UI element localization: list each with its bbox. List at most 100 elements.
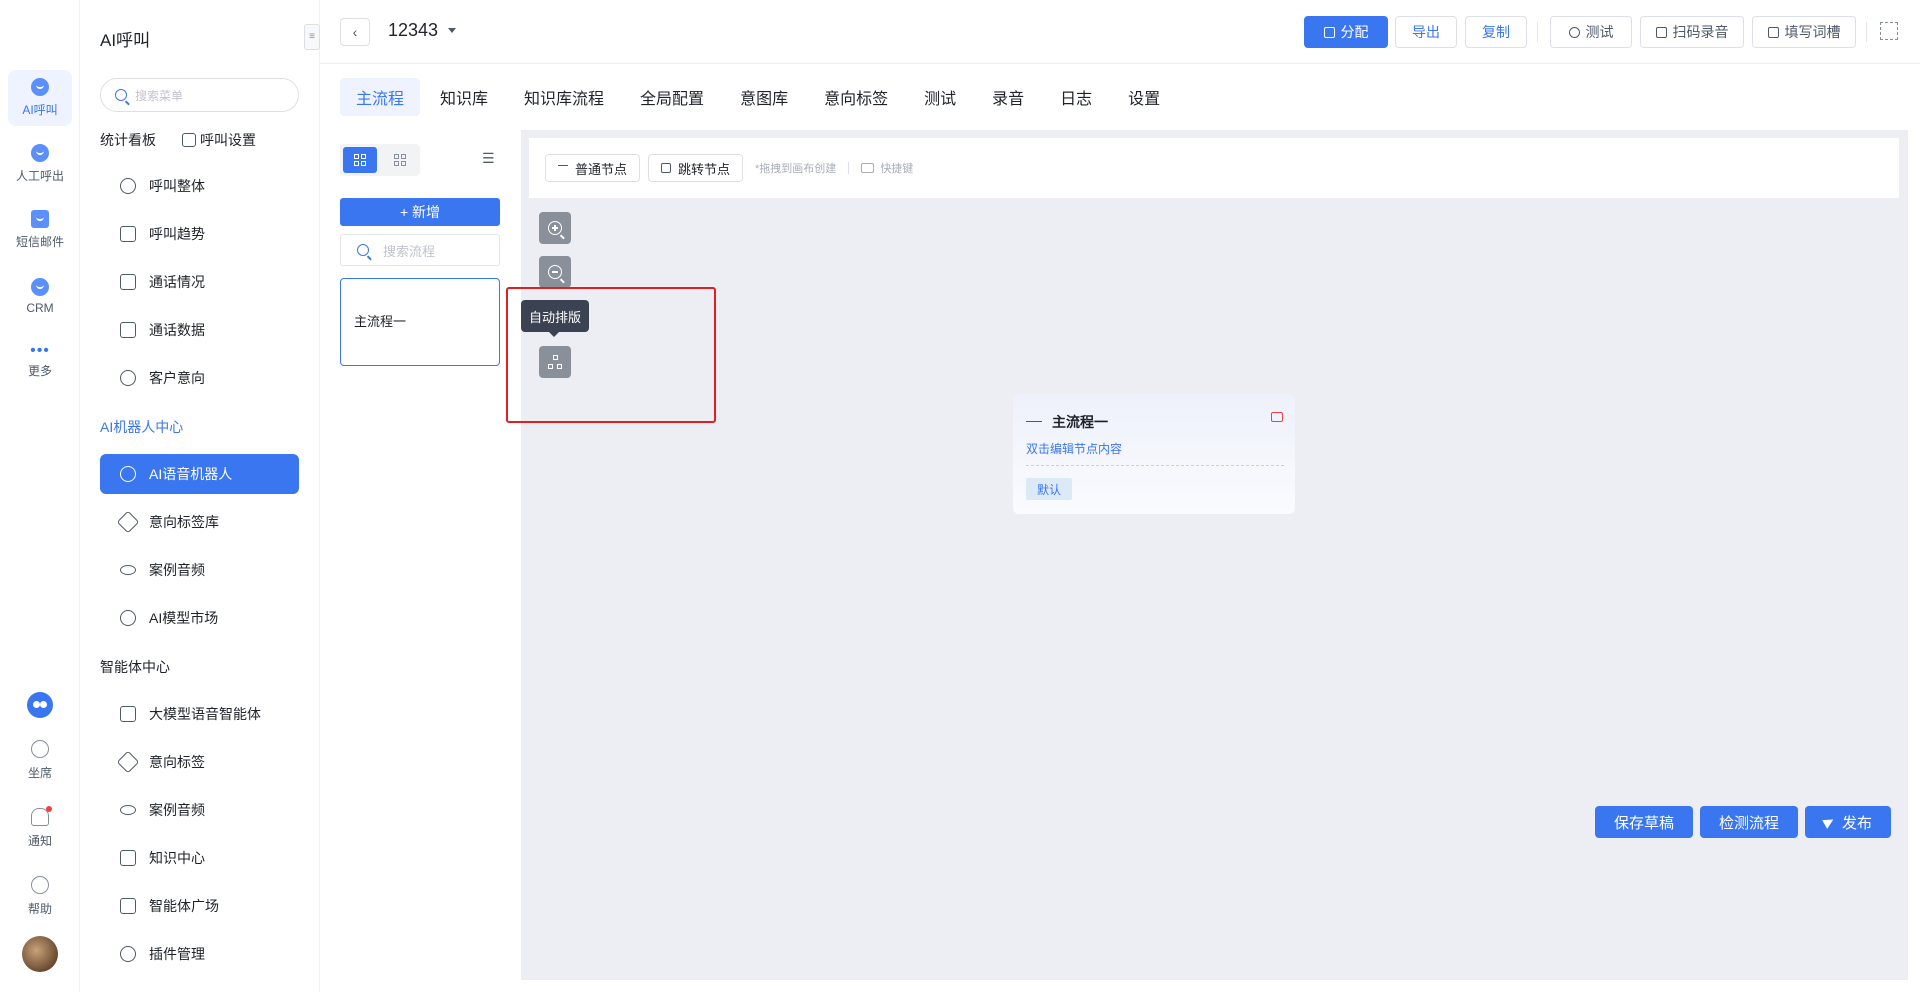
menu-item-case-audio[interactable]: 案例音频 [100,550,299,590]
chat-window-icon [120,706,136,722]
menu-item-case-audio-2[interactable]: 案例音频 [100,790,299,830]
book-icon [120,850,136,866]
speaker-icon[interactable] [1271,412,1283,422]
chevron-down-icon[interactable] [448,28,456,33]
menu-item-label: 意向标签库 [149,514,219,530]
tab-log[interactable]: 日志 [1044,78,1108,116]
send-icon [1822,815,1836,829]
test-button[interactable]: 测试 [1550,16,1632,48]
auto-layout-tooltip: 自动排版 [521,300,590,337]
flow-node[interactable]: 主流程一 双击编辑节点内容 默认 [1013,394,1295,514]
avatar[interactable] [22,936,58,972]
menu-item-label: 呼叫设置 [200,132,256,148]
toolbar-divider [1866,22,1867,42]
add-flow-button[interactable]: + 新增 [340,198,500,226]
test-icon [1568,26,1580,38]
sort-icon[interactable]: ☰ [482,150,498,166]
message-icon [31,210,49,228]
rail-item-more[interactable]: ••• 更多 [8,334,72,390]
menu-item-call-settings[interactable]: 呼叫设置 [182,130,256,150]
menu-item-call-trend[interactable]: 呼叫趋势 [100,214,299,254]
search-icon [115,89,127,101]
project-title[interactable]: 12343 [388,20,438,41]
fill-slot-button[interactable]: 填写词槽 [1752,16,1856,48]
rail-item-help[interactable]: 帮助 [8,868,72,924]
normal-node-label: 普通节点 [575,161,628,177]
zoom-in-button[interactable] [539,212,571,244]
back-button[interactable]: ‹ [340,18,370,46]
tab-global-config[interactable]: 全局配置 [624,78,720,116]
grid-view-button[interactable] [383,147,417,173]
menu-item-label: 意向标签 [149,754,205,770]
rail-item-notify[interactable]: 通知 [8,800,72,856]
menu-item-call-data[interactable]: 通话数据 [100,310,299,350]
menu-item-knowledge-center[interactable]: 知识中心 [100,838,299,878]
menu-item-label: 案例音频 [149,562,205,578]
menu-search-input[interactable]: 搜索菜单 [100,78,299,112]
canvas-toolbar: 普通节点 跳转节点 *拖拽到画布创建 快捷键 [529,138,1899,198]
chat-bubble-icon [120,610,136,626]
rail-item-label: CRM [26,300,54,315]
assign-button-label: 分配 [1340,24,1369,40]
menu-sidebar: AI呼叫 ≡ 搜索菜单 统计看板 呼叫设置 呼叫整体 呼叫趋势 通话情况 通话数… [80,0,320,992]
menu-item-customer-intent[interactable]: 客户意向 [100,358,299,398]
fullscreen-icon[interactable] [1880,22,1898,40]
voicemail-icon [120,805,136,815]
collapse-menu-icon[interactable]: ≡ [304,24,320,50]
store-icon [120,898,136,914]
flow-canvas[interactable]: 普通节点 跳转节点 *拖拽到画布创建 快捷键 自动排版 主流程一 双击编辑节点内… [506,130,1908,980]
crm-icon [31,277,49,296]
tab-intent-tags[interactable]: 意向标签 [808,78,904,116]
menu-item-label: 案例音频 [149,802,205,818]
tab-settings[interactable]: 设置 [1112,78,1176,116]
menu-item-label: 大模型语音智能体 [149,706,261,722]
search-icon [357,244,369,256]
more-icon: ••• [30,341,50,359]
scan-record-button[interactable]: 扫码录音 [1640,16,1744,48]
tab-main-flow[interactable]: 主流程 [340,78,421,116]
rail-item-label: 短信邮件 [15,235,64,249]
auto-layout-button[interactable] [539,346,571,378]
zoom-out-button[interactable] [539,256,571,288]
menu-item-call-overall[interactable]: 呼叫整体 [100,166,299,206]
save-draft-button[interactable]: 保存草稿 [1595,806,1693,838]
menu-item-intent-tag[interactable]: 意向标签 [100,742,299,782]
menu-item-llm-voice-agent[interactable]: 大模型语音智能体 [100,694,299,734]
settings-icon [182,133,196,147]
copy-button[interactable]: 复制 [1465,16,1527,48]
toolbar-divider [1537,22,1538,42]
menu-item-intent-tag-lib[interactable]: 意向标签库 [100,502,299,542]
menu-item-call-status[interactable]: 通话情况 [100,262,299,302]
list-view-button[interactable] [343,147,377,173]
drag-hint: *拖拽到画布创建 [755,163,837,175]
tab-knowledge-base[interactable]: 知识库 [424,78,504,116]
jump-node-button[interactable]: 跳转节点 [648,154,744,182]
rail-item-agent-seat[interactable]: 坐席 [8,732,72,788]
brand-logo-icon[interactable] [27,692,53,718]
menu-item-plugin-manage[interactable]: 插件管理 [100,934,299,974]
export-button[interactable]: 导出 [1395,16,1457,48]
menu-item-agent-plaza[interactable]: 智能体广场 [100,886,299,926]
menu-item-ai-model-market[interactable]: AI模型市场 [100,598,299,638]
view-toggle [340,144,420,176]
rail-item-crm[interactable]: CRM [8,268,72,324]
rail-item-ai-call[interactable]: AI呼叫 [8,70,72,126]
tab-test[interactable]: 测试 [908,78,972,116]
tab-recording[interactable]: 录音 [976,78,1040,116]
robot-icon [31,78,49,96]
assign-button[interactable]: 分配 [1304,16,1388,48]
shortcut-link[interactable]: 快捷键 [880,160,913,176]
node-header: 主流程一 [1026,412,1108,432]
app-rail: AI呼叫 人工呼出 短信邮件 CRM ••• 更多 坐席 通知 帮助 [0,0,80,992]
flow-search-input[interactable]: 搜索流程 [340,234,500,266]
check-flow-button[interactable]: 检测流程 [1700,806,1798,838]
normal-node-button[interactable]: 普通节点 [545,154,641,182]
flow-card[interactable]: 主流程一 [340,278,500,366]
rail-item-sms-email[interactable]: 短信邮件 [8,202,72,258]
publish-button[interactable]: 发布 [1805,806,1891,838]
bar-chart-icon [120,226,136,242]
rail-item-manual-call[interactable]: 人工呼出 [8,136,72,192]
tab-intent-lib[interactable]: 意图库 [724,78,804,116]
menu-item-ai-voice-robot[interactable]: AI语音机器人 [100,454,299,494]
tab-knowledge-flow[interactable]: 知识库流程 [508,78,620,116]
